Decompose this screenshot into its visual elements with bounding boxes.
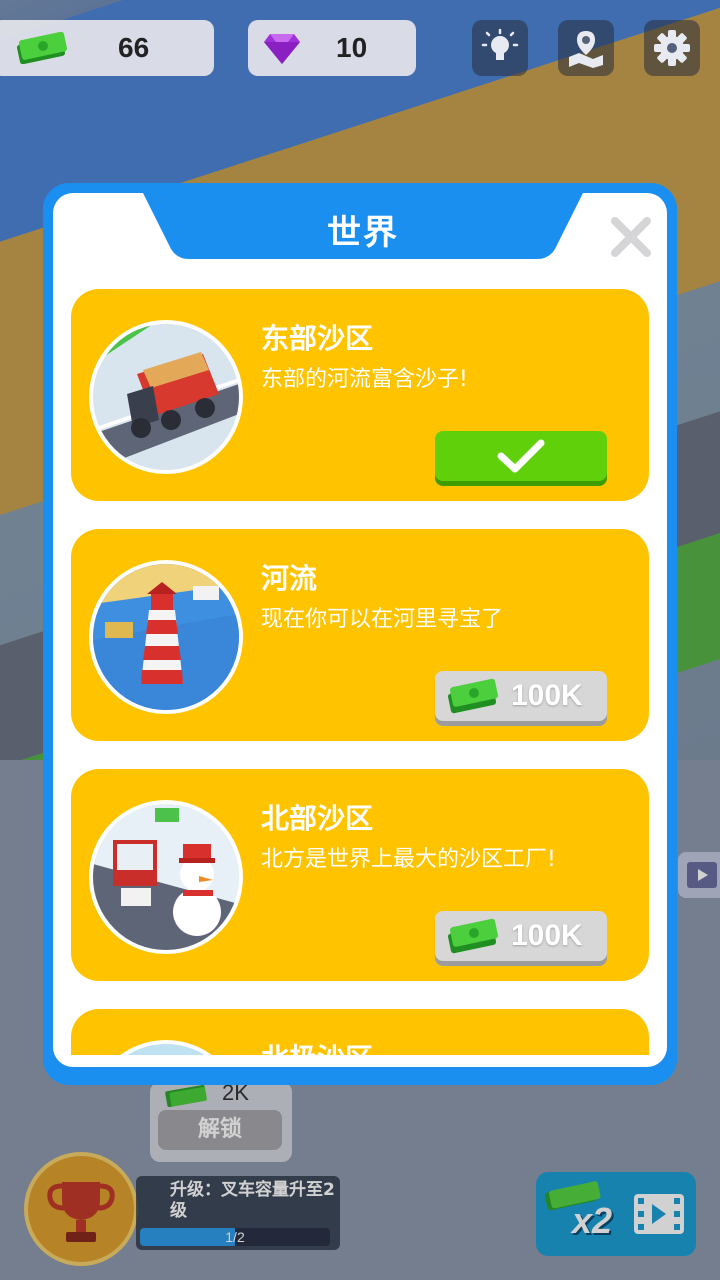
world-dialog: 世界 东部沙区 东部的河流富含沙子! 河流 现在你可以在河里寻宝了 100K 北… <box>43 183 677 1085</box>
region-name: 北部沙区 <box>261 802 374 835</box>
region-thumbnail-lighthouse <box>89 560 243 714</box>
region-price: 100K <box>511 919 583 952</box>
dialog-title-tab: 世界 <box>143 193 583 259</box>
checkmark-icon <box>497 439 545 473</box>
region-thumbnail-arctic <box>89 1040 243 1055</box>
close-button[interactable] <box>609 215 653 259</box>
region-list[interactable]: 东部沙区 东部的河流富含沙子! 河流 现在你可以在河里寻宝了 100K 北部沙区… <box>71 289 651 1055</box>
cash-icon <box>448 918 498 954</box>
region-description: 东部的河流富含沙子! <box>261 367 468 392</box>
cash-value: 66 <box>118 32 150 63</box>
world-dialog-body: 世界 东部沙区 东部的河流富含沙子! 河流 现在你可以在河里寻宝了 100K 北… <box>53 193 667 1067</box>
region-card-arctic-sand: 北极沙区 <box>71 1009 649 1055</box>
map-icon <box>569 31 603 68</box>
gem-value: 10 <box>336 32 368 63</box>
close-icon <box>611 217 651 257</box>
cash-counter: 66 <box>0 20 214 76</box>
gear-icon <box>654 30 690 66</box>
gem-counter: 10 <box>248 20 416 76</box>
region-unlock-price-button[interactable]: 100K <box>435 671 607 721</box>
lightbulb-icon <box>481 28 519 60</box>
region-thumbnail-truck <box>89 320 243 474</box>
region-name: 东部沙区 <box>261 322 374 355</box>
region-card-east-sand: 东部沙区 东部的河流富含沙子! <box>71 289 649 501</box>
settings-button[interactable] <box>644 20 700 76</box>
region-unlock-price-button[interactable]: 100K <box>435 911 607 961</box>
world-map-button[interactable] <box>558 20 614 76</box>
region-price: 100K <box>511 679 583 712</box>
region-name: 北极沙区 <box>261 1037 373 1055</box>
region-unlocked-button[interactable] <box>435 431 607 481</box>
gem-icon <box>264 34 300 64</box>
region-card-north-sand: 北部沙区 北方是世界上最大的沙区工厂! 100K <box>71 769 649 981</box>
dialog-title: 世界 <box>327 213 399 253</box>
cash-icon <box>17 32 67 64</box>
cash-icon <box>448 678 498 714</box>
region-description: 北方是世界上最大的沙区工厂! <box>261 847 556 872</box>
region-thumbnail-snowman <box>89 800 243 954</box>
region-name: 河流 <box>261 562 318 595</box>
hint-button[interactable] <box>472 20 528 76</box>
region-description: 现在你可以在河里寻宝了 <box>261 607 504 632</box>
region-card-river: 河流 现在你可以在河里寻宝了 100K <box>71 529 649 741</box>
